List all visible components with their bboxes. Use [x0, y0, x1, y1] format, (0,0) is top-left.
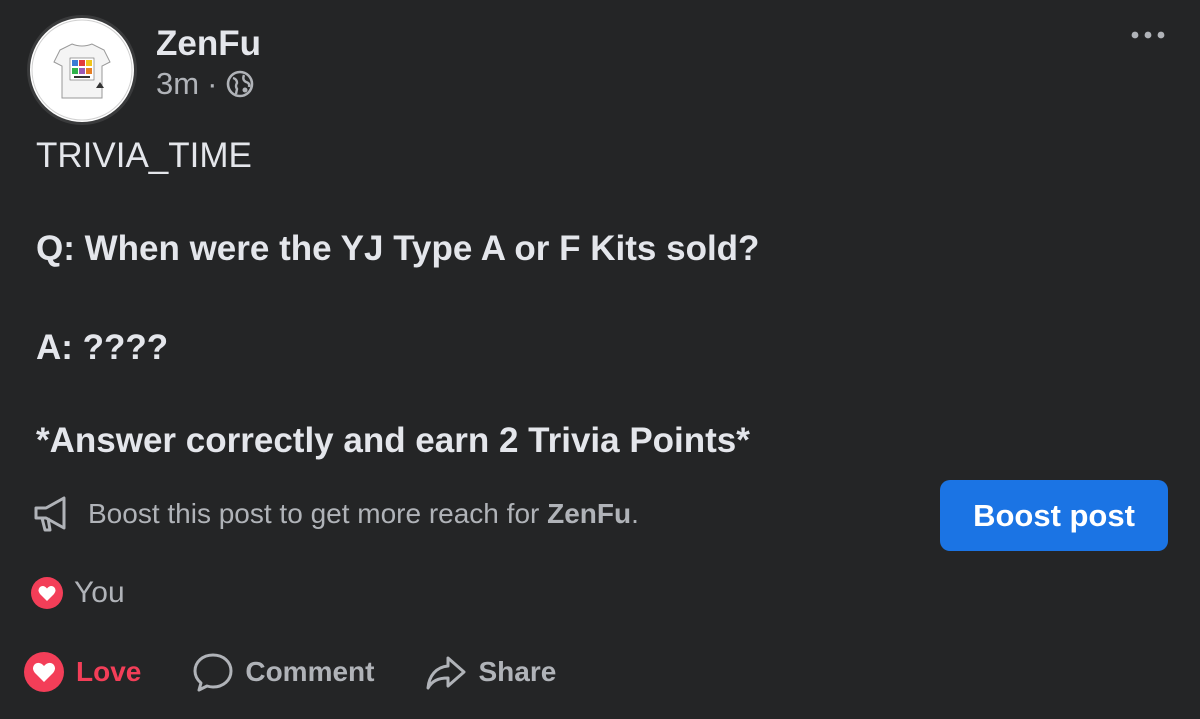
boost-hint-suffix: . [631, 498, 639, 529]
question-line: Q: When were the YJ Type A or F Kits sol… [36, 229, 760, 268]
page-avatar[interactable] [30, 18, 134, 122]
boost-hint-page: ZenFu [547, 498, 632, 529]
post-meta: 3m · [156, 66, 255, 102]
page-name-link[interactable]: ZenFu [156, 24, 261, 64]
comment-button[interactable]: Comment [191, 650, 374, 694]
megaphone-icon [34, 496, 66, 532]
comment-icon [193, 653, 233, 692]
boost-hint-prefix: Boost this post to get more reach for [88, 498, 548, 529]
post-card: ZenFu 3m · TRIVIA_TIME Q: When were the … [0, 0, 1200, 719]
boost-hint: Boost this post to get more reach for Ze… [30, 494, 639, 534]
boost-post-button[interactable]: Boost post [940, 480, 1168, 551]
share-icon [426, 656, 466, 690]
promo-line: *Answer correctly and earn 2 Trivia Poin… [36, 421, 750, 460]
reactions-summary[interactable]: You [30, 576, 125, 610]
more-dots-icon [1131, 31, 1165, 39]
globe-icon [227, 70, 254, 98]
love-button[interactable]: Love [22, 650, 141, 694]
tshirt-image [31, 19, 133, 121]
love-reaction-icon [31, 577, 63, 609]
comment-label: Comment [245, 656, 375, 687]
boost-hint-text: Boost this post to get more reach for Ze… [88, 498, 639, 530]
reaction-users: You [74, 576, 125, 609]
action-bar: Love Comment Share [22, 650, 606, 694]
love-label: Love [76, 656, 142, 687]
love-icon [24, 652, 64, 692]
share-label: Share [478, 656, 557, 687]
more-options-button[interactable] [1126, 20, 1170, 50]
post-title-line: TRIVIA_TIME [36, 136, 252, 175]
share-button[interactable]: Share [424, 650, 556, 694]
answer-line: A: ???? [36, 328, 169, 367]
meta-separator: · [207, 66, 218, 101]
timestamp[interactable]: 3m [156, 66, 199, 102]
